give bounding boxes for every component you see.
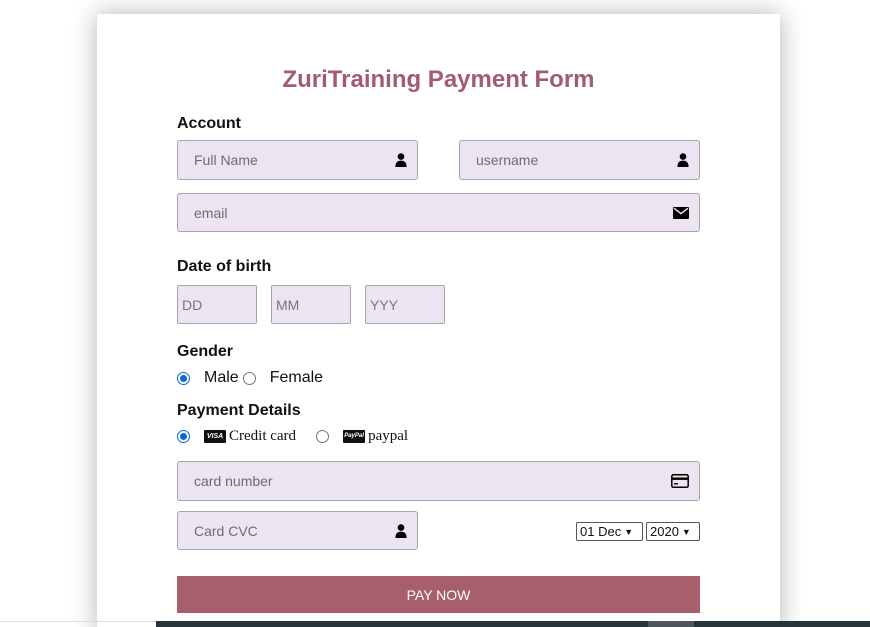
- username-field[interactable]: [459, 140, 700, 180]
- page-divider: [0, 621, 156, 622]
- dob-month-field[interactable]: [271, 285, 351, 324]
- credit-card-label[interactable]: Credit card: [229, 428, 296, 445]
- account-section-label: Account: [177, 115, 241, 132]
- card-cvc-input[interactable]: [178, 512, 417, 549]
- pay-now-button[interactable]: PAY NOW: [177, 576, 700, 613]
- dob-year-input[interactable]: [366, 286, 444, 323]
- payment-options: VISA Credit card PayPal paypal: [177, 428, 408, 445]
- full-name-field[interactable]: [177, 140, 418, 180]
- payment-section-label: Payment Details: [177, 402, 301, 419]
- dob-section-label: Date of birth: [177, 258, 272, 275]
- dob-month-input[interactable]: [272, 286, 350, 323]
- chevron-down-icon: ▼: [681, 526, 691, 537]
- payment-credit-card-radio[interactable]: [177, 430, 190, 443]
- expiry-month-select[interactable]: 01 Dec ▼: [576, 522, 643, 541]
- visa-icon: VISA: [204, 430, 226, 443]
- gender-female-label[interactable]: Female: [270, 369, 323, 387]
- paypal-label[interactable]: paypal: [368, 428, 408, 445]
- user-icon: [395, 153, 407, 167]
- user-icon: [395, 523, 407, 538]
- dob-day-input[interactable]: [178, 286, 256, 323]
- card-cvc-field[interactable]: [177, 511, 418, 550]
- username-input[interactable]: [460, 141, 699, 179]
- expiry-year-value: 2020: [650, 524, 679, 539]
- taskbar-item[interactable]: [648, 621, 694, 627]
- form-title: ZuriTraining Payment Form: [282, 66, 595, 93]
- paypal-icon: PayPal: [343, 430, 366, 443]
- taskbar: [156, 621, 870, 627]
- credit-card-icon: [671, 474, 689, 488]
- gender-female-radio[interactable]: [242, 371, 256, 385]
- email-input[interactable]: [178, 194, 699, 231]
- gender-male-radio[interactable]: [177, 371, 190, 385]
- full-name-input[interactable]: [178, 141, 417, 179]
- dob-year-field[interactable]: [365, 285, 445, 324]
- gender-male-label[interactable]: Male: [204, 369, 239, 387]
- expiry-year-select[interactable]: 2020 ▼: [646, 522, 700, 541]
- expiry-month-value: 01 Dec: [580, 524, 622, 539]
- gender-section-label: Gender: [177, 343, 234, 360]
- card-number-field[interactable]: [177, 461, 700, 501]
- dob-day-field[interactable]: [177, 285, 257, 324]
- email-field[interactable]: [177, 193, 700, 232]
- envelope-icon: [673, 206, 689, 219]
- card-number-input[interactable]: [178, 462, 699, 500]
- payment-form-card: ZuriTraining Payment Form Account Date o…: [97, 14, 780, 627]
- payment-paypal-radio[interactable]: [316, 430, 330, 443]
- user-icon: [677, 153, 689, 167]
- gender-options: Male Female: [177, 369, 323, 387]
- chevron-down-icon: ▼: [624, 526, 634, 537]
